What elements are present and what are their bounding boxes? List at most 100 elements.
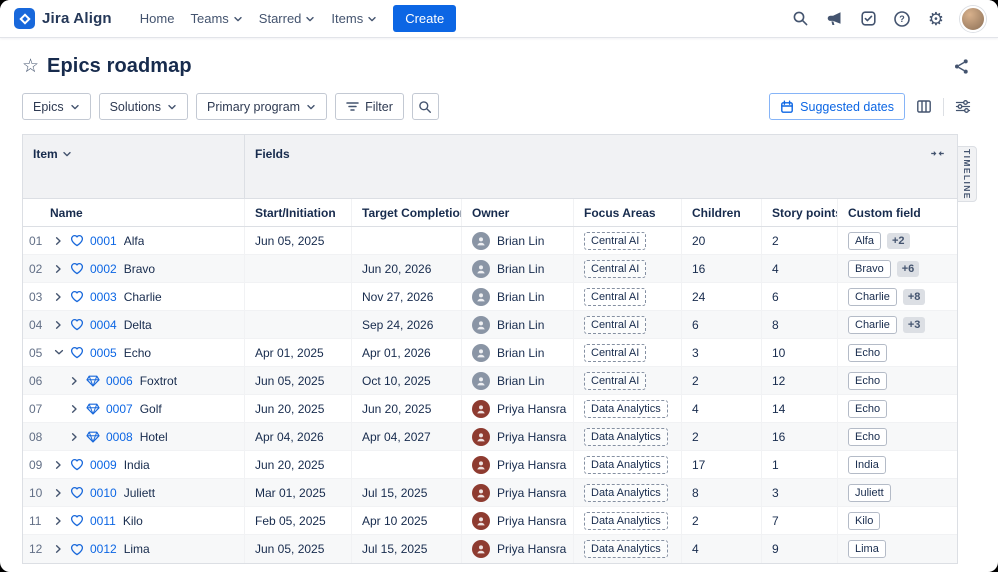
custom-extra-badge[interactable]: +2 <box>887 233 910 249</box>
start-date-cell[interactable]: Jun 20, 2025 <box>245 451 352 478</box>
expand-chevron-right-icon[interactable] <box>50 460 67 470</box>
owner-cell[interactable]: Brian Lin <box>462 311 574 338</box>
story-points-cell[interactable]: 4 <box>762 255 838 282</box>
table-row[interactable]: 01 0001 Alfa Jun 05, 2025 Brian Lin <box>23 227 957 255</box>
table-row[interactable]: 10 0010 Juliett Mar 01, 2025 Jul 15, 202… <box>23 479 957 507</box>
target-date-cell[interactable]: Nov 27, 2026 <box>352 283 462 310</box>
column-header-story-points[interactable]: Story points <box>762 199 838 226</box>
epic-id-link[interactable]: 0009 <box>90 458 117 472</box>
target-date-cell[interactable] <box>352 451 462 478</box>
story-points-cell[interactable]: 2 <box>762 227 838 254</box>
children-cell[interactable]: 16 <box>682 255 762 282</box>
focus-areas-cell[interactable]: Central AI <box>574 339 682 366</box>
focus-areas-cell[interactable]: Data Analytics <box>574 451 682 478</box>
target-date-cell[interactable]: Jul 15, 2025 <box>352 479 462 506</box>
custom-field-cell[interactable]: Charlie +3 <box>838 311 957 338</box>
owner-cell[interactable]: Priya Hansra <box>462 535 574 563</box>
children-cell[interactable]: 6 <box>682 311 762 338</box>
table-row[interactable]: 08 0008 Hotel Apr 04, 2026 Apr 04, 2027 … <box>23 423 957 451</box>
column-header-name[interactable]: Name <box>23 199 245 226</box>
children-cell[interactable]: 17 <box>682 451 762 478</box>
story-points-cell[interactable]: 9 <box>762 535 838 563</box>
nav-item-home[interactable]: Home <box>132 5 183 32</box>
story-points-cell[interactable]: 8 <box>762 311 838 338</box>
owner-cell[interactable]: Priya Hansra <box>462 451 574 478</box>
custom-field-cell[interactable]: Bravo +6 <box>838 255 957 282</box>
story-points-cell[interactable]: 14 <box>762 395 838 422</box>
story-points-cell[interactable]: 7 <box>762 507 838 534</box>
start-date-cell[interactable]: Mar 01, 2025 <box>245 479 352 506</box>
epic-id-link[interactable]: 0010 <box>90 486 117 500</box>
children-cell[interactable]: 24 <box>682 283 762 310</box>
epic-id-link[interactable]: 0012 <box>90 542 117 556</box>
owner-cell[interactable]: Brian Lin <box>462 255 574 282</box>
children-cell[interactable]: 2 <box>682 507 762 534</box>
owner-cell[interactable]: Priya Hansra <box>462 479 574 506</box>
user-avatar[interactable] <box>960 6 986 32</box>
epic-id-link[interactable]: 0007 <box>106 402 133 416</box>
custom-field-cell[interactable]: Echo <box>838 339 957 366</box>
children-cell[interactable]: 20 <box>682 227 762 254</box>
column-header-custom-field[interactable]: Custom field <box>838 199 957 226</box>
nav-item-items[interactable]: Items <box>323 5 385 32</box>
collapse-columns-icon[interactable] <box>930 147 945 160</box>
item-column-group[interactable]: Item <box>23 135 245 198</box>
children-cell[interactable]: 4 <box>682 535 762 563</box>
table-row[interactable]: 05 0005 Echo Apr 01, 2025 Apr 01, 2026 B… <box>23 339 957 367</box>
column-header-owner[interactable]: Owner <box>462 199 574 226</box>
start-date-cell[interactable]: Feb 05, 2025 <box>245 507 352 534</box>
custom-field-cell[interactable]: India <box>838 451 957 478</box>
custom-extra-badge[interactable]: +3 <box>903 317 926 333</box>
start-date-cell[interactable]: Jun 20, 2025 <box>245 395 352 422</box>
column-header-target[interactable]: Target Completion <box>352 199 462 226</box>
expand-chevron-right-icon[interactable] <box>66 404 83 414</box>
focus-areas-cell[interactable]: Data Analytics <box>574 507 682 534</box>
table-row[interactable]: 11 0011 Kilo Feb 05, 2025 Apr 10 2025 Pr… <box>23 507 957 535</box>
expand-chevron-right-icon[interactable] <box>50 488 67 498</box>
story-points-cell[interactable]: 1 <box>762 451 838 478</box>
column-header-focus-areas[interactable]: Focus Areas <box>574 199 682 226</box>
start-date-cell[interactable]: Jun 05, 2025 <box>245 535 352 563</box>
target-date-cell[interactable]: Apr 01, 2026 <box>352 339 462 366</box>
epic-id-link[interactable]: 0002 <box>90 262 117 276</box>
epic-id-link[interactable]: 0006 <box>106 374 133 388</box>
table-row[interactable]: 04 0004 Delta Sep 24, 2026 Brian Lin <box>23 311 957 339</box>
target-date-cell[interactable]: Jun 20, 2025 <box>352 395 462 422</box>
custom-field-cell[interactable]: Echo <box>838 423 957 450</box>
target-date-cell[interactable]: Apr 04, 2027 <box>352 423 462 450</box>
custom-field-cell[interactable]: Charlie +8 <box>838 283 957 310</box>
table-row[interactable]: 06 0006 Foxtrot Jun 05, 2025 Oct 10, 202… <box>23 367 957 395</box>
start-date-cell[interactable] <box>245 311 352 338</box>
story-points-cell[interactable]: 3 <box>762 479 838 506</box>
epic-id-link[interactable]: 0003 <box>90 290 117 304</box>
columns-grid-icon[interactable] <box>911 94 937 120</box>
expand-chevron-right-icon[interactable] <box>50 236 67 246</box>
epic-id-link[interactable]: 0008 <box>106 430 133 444</box>
story-points-cell[interactable]: 12 <box>762 367 838 394</box>
owner-cell[interactable]: Priya Hansra <box>462 423 574 450</box>
custom-extra-badge[interactable]: +6 <box>897 261 920 277</box>
story-points-cell[interactable]: 10 <box>762 339 838 366</box>
children-cell[interactable]: 2 <box>682 423 762 450</box>
focus-areas-cell[interactable]: Data Analytics <box>574 423 682 450</box>
jira-align-logo[interactable]: Jira Align <box>14 8 112 29</box>
start-date-cell[interactable] <box>245 283 352 310</box>
expand-chevron-right-icon[interactable] <box>66 432 83 442</box>
expand-chevron-right-icon[interactable] <box>50 516 67 526</box>
custom-field-cell[interactable]: Lima <box>838 535 957 563</box>
owner-cell[interactable]: Brian Lin <box>462 367 574 394</box>
expand-chevron-right-icon[interactable] <box>50 292 67 302</box>
epic-id-link[interactable]: 0001 <box>90 234 117 248</box>
column-header-children[interactable]: Children <box>682 199 762 226</box>
nav-item-teams[interactable]: Teams <box>182 5 250 32</box>
story-points-cell[interactable]: 6 <box>762 283 838 310</box>
custom-field-cell[interactable]: Echo <box>838 395 957 422</box>
announcement-icon[interactable] <box>820 5 848 33</box>
children-cell[interactable]: 3 <box>682 339 762 366</box>
view-settings-sliders-icon[interactable] <box>950 94 976 120</box>
solutions-dropdown[interactable]: Solutions <box>99 93 188 120</box>
epic-id-link[interactable]: 0004 <box>90 318 117 332</box>
start-date-cell[interactable]: Apr 04, 2026 <box>245 423 352 450</box>
table-row[interactable]: 09 0009 India Jun 20, 2025 Priya Hansra <box>23 451 957 479</box>
custom-field-cell[interactable]: Juliett <box>838 479 957 506</box>
